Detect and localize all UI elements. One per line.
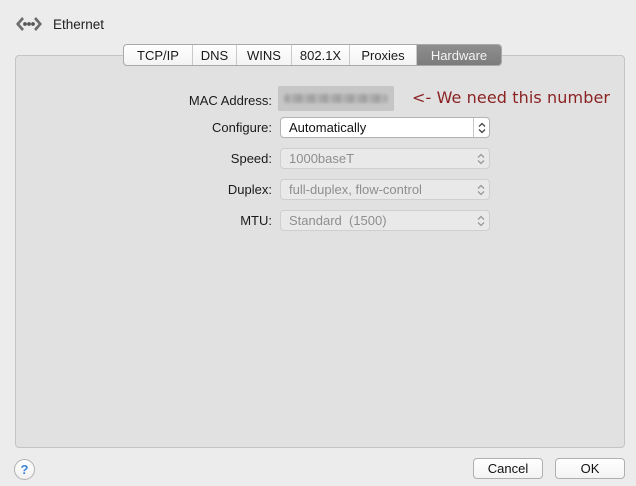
tab-wins[interactable]: WINS xyxy=(237,45,292,65)
configure-label: Configure: xyxy=(212,120,272,135)
window-title: Ethernet xyxy=(53,16,105,32)
hardware-panel xyxy=(15,55,625,448)
mtu-label: MTU: xyxy=(240,213,272,228)
ok-button[interactable]: OK xyxy=(555,458,625,479)
annotation-note: <- We need this number xyxy=(412,88,611,107)
configure-value: Automatically xyxy=(289,120,367,135)
tab-proxies[interactable]: Proxies xyxy=(350,45,417,65)
mac-address-label: MAC Address: xyxy=(188,93,272,108)
tab-dns[interactable]: DNS xyxy=(193,45,237,65)
tab-bar: TCP/IP DNS WINS 802.1X Proxies Hardware xyxy=(123,44,502,66)
help-button[interactable]: ? xyxy=(14,459,35,480)
speed-select: 1000baseT xyxy=(280,148,490,169)
mtu-select: Standard (1500) xyxy=(280,210,490,231)
tab-hardware[interactable]: Hardware xyxy=(417,45,501,65)
tab-tcpip[interactable]: TCP/IP xyxy=(124,45,193,65)
duplex-value: full-duplex, flow-control xyxy=(289,182,422,197)
tab-8021x[interactable]: 802.1X xyxy=(292,45,350,65)
window-header: Ethernet xyxy=(14,12,104,36)
select-arrows-icon xyxy=(473,149,489,168)
speed-label: Speed: xyxy=(230,151,272,166)
mtu-value: Standard (1500) xyxy=(289,213,387,228)
mac-address-value-redacted xyxy=(278,86,394,111)
select-arrows-icon xyxy=(473,180,489,199)
configure-select[interactable]: Automatically xyxy=(280,117,490,138)
cancel-button[interactable]: Cancel xyxy=(473,458,543,479)
duplex-label: Duplex: xyxy=(227,182,272,197)
duplex-select: full-duplex, flow-control xyxy=(280,179,490,200)
select-arrows-icon xyxy=(473,211,489,230)
speed-value: 1000baseT xyxy=(289,151,355,166)
select-arrows-icon xyxy=(473,118,489,137)
network-icon xyxy=(14,12,44,36)
